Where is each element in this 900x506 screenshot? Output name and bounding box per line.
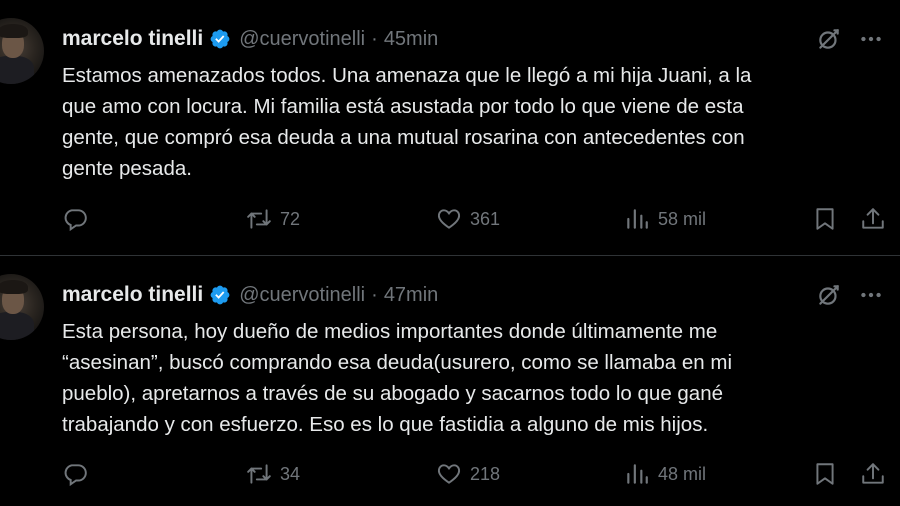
- grok-icon[interactable]: [816, 282, 842, 308]
- tweet-actions: 72 361 58 mil: [0, 200, 900, 240]
- verified-badge-icon: [210, 29, 230, 49]
- tweet-text: Esta persona, hoy dueño de medios import…: [62, 320, 733, 436]
- retweet-button[interactable]: 34: [246, 461, 300, 487]
- separator-dot: ·: [371, 27, 378, 50]
- share-button[interactable]: [860, 461, 886, 487]
- more-options-icon[interactable]: [858, 26, 884, 52]
- author-name[interactable]: marcelo tinelli: [62, 27, 203, 51]
- like-count: 218: [470, 463, 501, 484]
- tweet[interactable]: marcelo tinelli @cuervotinelli · 45min E…: [0, 0, 900, 255]
- tweet[interactable]: marcelo tinelli @cuervotinelli · 47min E…: [0, 256, 900, 506]
- grok-icon[interactable]: [816, 26, 842, 52]
- retweet-count: 72: [280, 208, 301, 229]
- retweet-count: 34: [280, 463, 301, 484]
- reply-button[interactable]: [62, 461, 88, 487]
- like-count: 361: [470, 208, 501, 229]
- bookmark-button[interactable]: [812, 206, 838, 232]
- views-count: 48 mil: [658, 463, 707, 484]
- bookmark-icon: [816, 463, 834, 485]
- author-handle[interactable]: @cuervotinelli: [239, 28, 365, 51]
- reply-icon: [64, 464, 87, 487]
- share-button[interactable]: [860, 206, 886, 232]
- views-button[interactable]: 58 mil: [624, 206, 706, 232]
- retweet-icon: [247, 209, 271, 229]
- avatar[interactable]: [0, 18, 44, 84]
- views-icon: [627, 464, 648, 484]
- tweet-actions: 34 218 48 mil: [0, 455, 900, 495]
- share-icon: [862, 208, 884, 229]
- like-button[interactable]: 361: [436, 206, 500, 232]
- views-count: 58 mil: [658, 208, 707, 229]
- author-handle[interactable]: @cuervotinelli: [239, 284, 365, 307]
- bookmark-icon: [816, 208, 834, 230]
- author-name[interactable]: marcelo tinelli: [62, 283, 203, 307]
- reply-button[interactable]: [62, 206, 88, 232]
- separator-dot: ·: [371, 283, 378, 306]
- bookmark-button[interactable]: [812, 461, 838, 487]
- tweet-text: Estamos amenazados todos. Una amenaza qu…: [62, 64, 752, 180]
- like-button[interactable]: 218: [436, 461, 500, 487]
- share-icon: [862, 463, 884, 484]
- retweet-button[interactable]: 72: [246, 206, 300, 232]
- like-icon: [437, 464, 461, 484]
- more-options-icon[interactable]: [858, 282, 884, 308]
- views-icon: [627, 209, 648, 229]
- timestamp[interactable]: 47min: [384, 284, 438, 307]
- timestamp[interactable]: 45min: [384, 28, 438, 51]
- views-button[interactable]: 48 mil: [624, 461, 706, 487]
- tweet-header: marcelo tinelli @cuervotinelli · 47min: [62, 280, 438, 310]
- retweet-icon: [247, 464, 271, 484]
- avatar[interactable]: [0, 274, 44, 340]
- verified-badge-icon: [210, 285, 230, 305]
- reply-icon: [64, 209, 87, 232]
- like-icon: [437, 209, 461, 229]
- tweet-header: marcelo tinelli @cuervotinelli · 45min: [62, 24, 438, 54]
